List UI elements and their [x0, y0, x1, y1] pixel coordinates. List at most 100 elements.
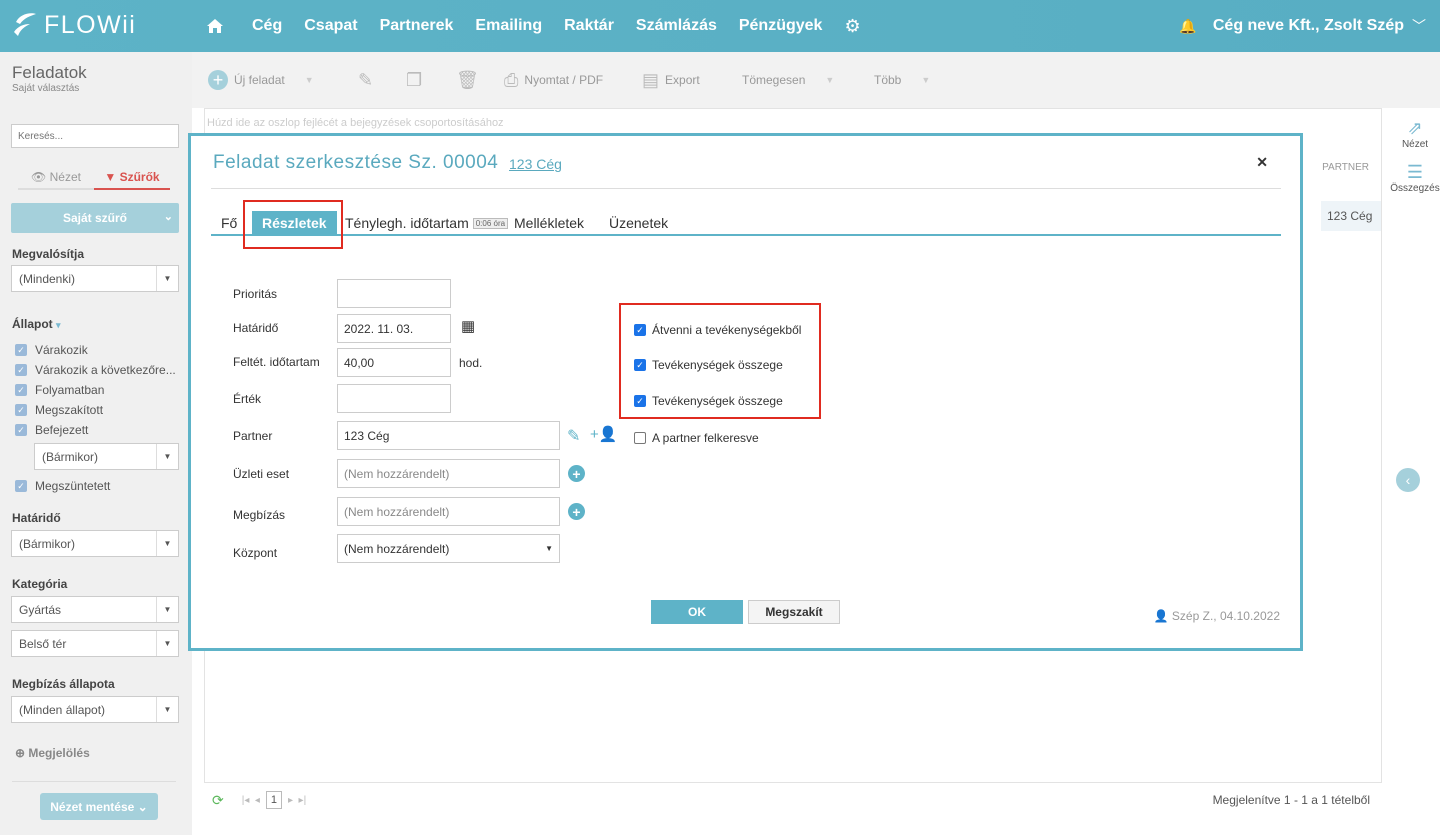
caret-down-icon[interactable]: ▾ [56, 320, 61, 330]
priority-input[interactable] [337, 279, 451, 308]
user-menu[interactable]: 🔔 Cég neve Kft., Zsolt Szép ﹀ [1179, 0, 1426, 52]
more-menu[interactable]: Több ▼ [874, 52, 930, 108]
bulk-menu[interactable]: Tömegesen ▼ [742, 52, 834, 108]
gear-icon[interactable]: ⚙ [844, 16, 860, 37]
state-check-finished[interactable]: ✓ Befejezett [15, 423, 88, 437]
realization-select[interactable]: (Mindenki) ▼ [11, 265, 179, 292]
copy-button[interactable]: ❐ [406, 52, 428, 108]
search-input[interactable] [11, 124, 179, 148]
rail-summary[interactable]: ☰ Összegzés [1390, 162, 1440, 194]
checkbox-icon[interactable] [634, 432, 646, 444]
chevron-left-icon: ‹ [1405, 472, 1411, 488]
deadline-select[interactable]: (Bármikor) ▼ [11, 530, 179, 557]
tab-filters[interactable]: ▼ Szűrők [94, 166, 170, 190]
grid-info: Megjelenítve 1 - 1 a 1 tételből [1212, 793, 1370, 807]
chevron-down-icon[interactable]: ﹀ [1412, 16, 1426, 36]
est-duration-input[interactable]: 40,00 [337, 348, 451, 377]
print-button[interactable]: ⎙ Nyomtat / PDF [504, 52, 603, 108]
deadline-value: (Bármikor) [19, 537, 75, 551]
value-input[interactable] [337, 384, 451, 413]
pencil-icon[interactable]: ✎ [567, 426, 580, 446]
mark-toggle[interactable]: ⊕ Megjelölés [15, 746, 90, 760]
ok-button[interactable]: OK [651, 600, 743, 624]
page-number[interactable]: 1 [265, 791, 282, 809]
category-select-1[interactable]: Gyártás ▼ [11, 596, 179, 623]
dialog-title: Feladat szerkesztése Sz. 00004 [213, 152, 499, 173]
center-select[interactable]: (Nem hozzárendelt) ▼ [337, 534, 560, 563]
order-input[interactable]: (Nem hozzárendelt) [337, 497, 560, 526]
nav-partners[interactable]: Partnerek [380, 17, 454, 35]
tab-actual-duration[interactable]: Ténylegh. időtartam 0:06 óra [345, 211, 509, 235]
finished-when-select[interactable]: (Bármikor) ▼ [34, 443, 179, 470]
prev-page-icon[interactable]: ◂ [255, 795, 260, 806]
column-header-partner[interactable]: PARTNER [1322, 162, 1369, 173]
check-activities-sum-1[interactable]: ✓ Tevékenységek összege [634, 358, 783, 372]
checkbox-icon[interactable]: ✓ [15, 404, 27, 416]
checkbox-icon[interactable]: ✓ [634, 395, 646, 407]
bell-icon[interactable]: 🔔 [1179, 18, 1196, 35]
checkbox-icon[interactable]: ✓ [15, 424, 27, 436]
checkbox-icon[interactable]: ✓ [15, 364, 27, 376]
nav-invoicing[interactable]: Számlázás [636, 17, 717, 35]
deadline-label: Határidő [233, 321, 279, 335]
last-page-icon[interactable]: ▸| [299, 795, 307, 806]
caret-down-icon[interactable]: ▼ [305, 75, 314, 85]
state-check-cancelled[interactable]: ✓ Megszüntetett [15, 479, 110, 493]
nav-emailing[interactable]: Emailing [475, 17, 542, 35]
top-bar: FLOWii Cég Csapat Partnerek Emailing Rak… [0, 0, 1440, 52]
checkbox-icon[interactable]: ✓ [634, 324, 646, 336]
state-check-in-progress[interactable]: ✓ Folyamatban [15, 383, 104, 397]
edit-button[interactable]: ✎ [358, 52, 379, 108]
state-check-waiting[interactable]: ✓ Várakozik [15, 343, 88, 357]
add-order-icon[interactable]: + [568, 503, 585, 520]
add-person-icon[interactable]: +👤 [590, 425, 617, 443]
cancel-button[interactable]: Megszakít [748, 600, 840, 624]
chevron-down-icon: ⌄ [163, 211, 173, 223]
tab-view[interactable]: 👁 Nézet [18, 166, 94, 190]
refresh-icon[interactable]: ⟳ [212, 792, 224, 809]
add-deal-icon[interactable]: + [568, 465, 585, 482]
checkbox-icon[interactable]: ✓ [634, 359, 646, 371]
first-page-icon[interactable]: |◂ [242, 795, 250, 806]
deadline-input[interactable]: 2022. 11. 03. [337, 314, 451, 343]
export-button[interactable]: ▤ Export [642, 52, 700, 108]
user-name[interactable]: Cég neve Kft., Zsolt Szép [1213, 17, 1404, 35]
next-page-icon[interactable]: ▸ [288, 795, 293, 806]
flowii-logo[interactable]: FLOWii [12, 10, 136, 40]
tab-messages[interactable]: Üzenetek [609, 211, 668, 235]
check-partner-visited[interactable]: A partner felkeresve [634, 431, 759, 445]
home-icon[interactable] [206, 17, 224, 35]
tab-main[interactable]: Fő [221, 211, 237, 235]
nav-team[interactable]: Csapat [304, 17, 357, 35]
tab-attachments[interactable]: Mellékletek [514, 211, 584, 235]
checkbox-icon[interactable]: ✓ [15, 384, 27, 396]
partner-input[interactable]: 123 Cég [337, 421, 560, 450]
order-state-select[interactable]: (Minden állapot) ▼ [11, 696, 179, 723]
rail-view[interactable]: ⇗ Nézet [1390, 118, 1440, 150]
nav-company[interactable]: Cég [252, 17, 282, 35]
nav-finance[interactable]: Pénzügyek [739, 17, 823, 35]
own-filter-button[interactable]: Saját szűrő ⌄ [11, 203, 179, 233]
category-select-2[interactable]: Belső tér ▼ [11, 630, 179, 657]
check-activities-sum-2[interactable]: ✓ Tevékenységek összege [634, 394, 783, 408]
new-task-button[interactable]: + Új feladat ▼ [208, 52, 314, 108]
partner-link[interactable]: 123 Cég [509, 156, 562, 172]
state-check-interrupted[interactable]: ✓ Megszakított [15, 403, 103, 417]
calendar-icon[interactable]: ▦ [461, 317, 475, 335]
check-take-from-activities[interactable]: ✓ Átvenni a tevékenységekből [634, 323, 801, 337]
center-label: Központ [233, 546, 278, 560]
deal-input[interactable]: (Nem hozzárendelt) [337, 459, 560, 488]
copy-icon: ❐ [406, 69, 423, 90]
delete-button[interactable]: 🗑 [456, 52, 485, 108]
state-label-finished: Befejezett [35, 423, 89, 437]
nav-warehouse[interactable]: Raktár [564, 17, 614, 35]
table-cell-partner[interactable]: 123 Cég [1321, 201, 1381, 231]
pencil-icon: ✎ [358, 69, 374, 90]
checkbox-icon[interactable]: ✓ [15, 480, 27, 492]
close-icon[interactable]: ✕ [1256, 154, 1268, 171]
checkbox-icon[interactable]: ✓ [15, 344, 27, 356]
mark-label: Megjelölés [28, 746, 90, 760]
collapse-panel-button[interactable]: ‹ [1396, 468, 1420, 492]
state-check-waiting-next[interactable]: ✓ Várakozik a következőre... [15, 363, 176, 377]
save-view-button[interactable]: Nézet mentése ⌄ [40, 793, 158, 820]
